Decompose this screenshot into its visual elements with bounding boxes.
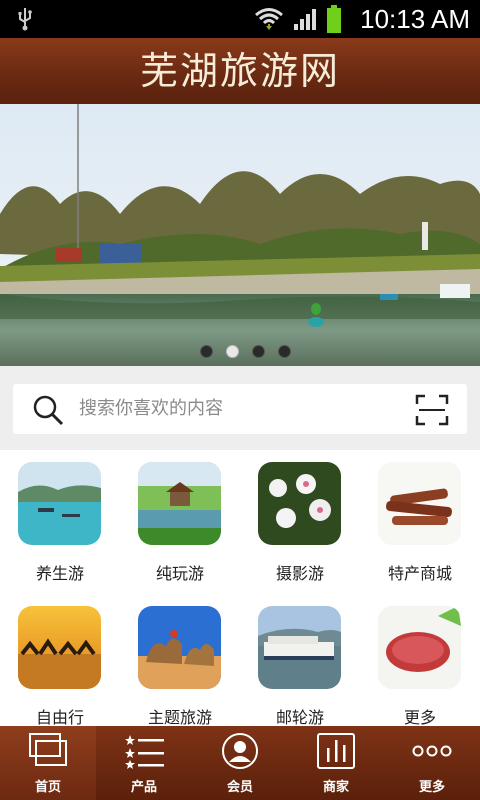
carousel-dot-active[interactable]: [226, 345, 239, 358]
cruise-ship-photo: [258, 606, 341, 689]
category-item[interactable]: 摄影游: [240, 450, 360, 588]
sliced-meat-photo: [378, 606, 461, 689]
category-item[interactable]: 养生游: [0, 450, 120, 588]
carousel-dot[interactable]: [278, 345, 291, 358]
category-label: 纯玩游: [155, 564, 204, 583]
dried-meat-photo: [378, 462, 461, 545]
category-item[interactable]: 主题旅游: [120, 594, 240, 732]
category-label: 特产商城: [387, 564, 452, 583]
page-title: 芜湖旅游网: [139, 49, 340, 93]
clock: 10:13 AM: [360, 4, 470, 34]
usb-icon: [18, 8, 32, 31]
banner-image: [0, 104, 480, 366]
category-item[interactable]: 邮轮游: [240, 594, 360, 732]
carousel-dot[interactable]: [252, 345, 265, 358]
category-label: 更多: [403, 708, 436, 727]
category-label: 自由行: [35, 708, 84, 727]
star-list-icon: [125, 735, 164, 769]
lake-boat-photo: [18, 462, 101, 545]
tab-label: 更多: [418, 780, 445, 795]
tab-merchant[interactable]: 商家: [288, 726, 384, 800]
camel-desert-photo: [138, 606, 221, 689]
category-label: 养生游: [35, 564, 84, 583]
category-label: 邮轮游: [275, 708, 324, 727]
bottom-tab-bar: 首页 产品 会员 商家 更多: [0, 726, 480, 800]
search-icon[interactable]: [31, 394, 67, 426]
more-dots-icon: [412, 745, 452, 757]
tab-more[interactable]: 更多: [384, 726, 480, 800]
camels-sunset-photo: [18, 606, 101, 689]
carousel-dot[interactable]: [200, 345, 213, 358]
category-label: 摄影游: [275, 564, 324, 583]
category-item[interactable]: 更多: [360, 594, 480, 732]
battery-icon: [327, 5, 341, 33]
search-placeholder: 搜索你喜欢的内容: [79, 398, 223, 419]
search-input[interactable]: 搜索你喜欢的内容: [13, 384, 467, 434]
banner-carousel[interactable]: [0, 104, 480, 366]
category-label: 主题旅游: [147, 708, 212, 727]
status-bar: 10:13 AM: [0, 0, 480, 38]
tab-member[interactable]: 会员: [192, 726, 288, 800]
header-bar: 芜湖旅游网: [0, 38, 480, 106]
carousel-indicator: [196, 345, 296, 359]
tab-home[interactable]: 首页: [0, 726, 96, 800]
pavilion-photo: [138, 462, 221, 545]
category-item[interactable]: 纯玩游: [120, 450, 240, 588]
tab-products[interactable]: 产品: [96, 726, 192, 800]
wifi-icon: [255, 8, 283, 30]
home-icon: [29, 733, 67, 766]
search-section: 搜索你喜欢的内容: [0, 366, 480, 450]
category-grid: 养生游 纯玩游 摄影游 特产商城 自由行 主题旅游 邮轮游 更多: [0, 450, 480, 727]
shop-chart-icon: [317, 733, 355, 769]
signal-icon: [294, 9, 316, 30]
scan-icon[interactable]: [415, 394, 449, 426]
white-flowers-photo: [258, 462, 341, 545]
tab-label: 会员: [226, 780, 253, 795]
tab-label: 商家: [322, 780, 349, 795]
tab-label: 产品: [130, 780, 157, 795]
category-item[interactable]: 自由行: [0, 594, 120, 732]
tab-label: 首页: [34, 780, 61, 795]
category-item[interactable]: 特产商城: [360, 450, 480, 588]
member-icon: [222, 733, 258, 769]
